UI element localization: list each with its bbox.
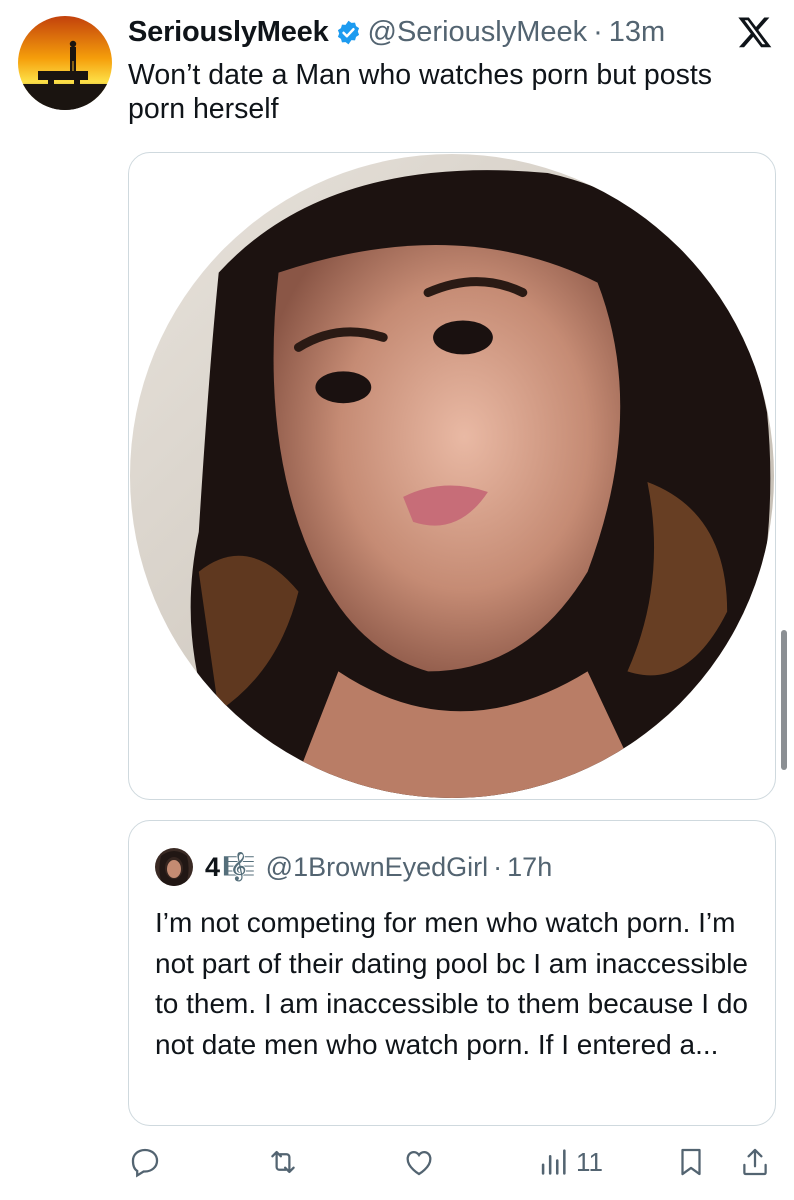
bookmark-button[interactable] <box>674 1140 708 1184</box>
author-display-name[interactable]: SeriouslyMeek <box>128 16 329 49</box>
header-separator: · <box>593 15 603 48</box>
quoted-tweet-text: I’m not competing for men who watch porn… <box>155 907 749 1060</box>
music-notes-icon: 🎼 <box>222 852 256 882</box>
profile-photo-image <box>129 153 775 799</box>
share-button[interactable] <box>738 1140 772 1184</box>
reply-button[interactable] <box>128 1140 162 1184</box>
like-icon <box>406 1150 432 1176</box>
tweet-action-bar: 11 <box>128 1140 776 1184</box>
tweet-time[interactable]: 13m <box>609 16 665 49</box>
author-handle[interactable]: @SeriouslyMeek <box>368 16 588 49</box>
author-avatar[interactable] <box>18 16 112 110</box>
quoted-avatar-image <box>155 848 193 886</box>
quoted-separator: · <box>493 851 503 882</box>
quoted-tweet[interactable]: 4 🎼 @1BrownEyedGirl · 17h I’m not compet… <box>128 820 776 1126</box>
sunset-silhouette-image <box>18 16 112 110</box>
tweet-header: SeriouslyMeek @SeriouslyMeek · 13m <box>128 10 774 54</box>
quoted-tweet-header: 4 🎼 @1BrownEyedGirl · 17h <box>155 847 552 887</box>
quoted-time[interactable]: 17h <box>507 852 552 883</box>
like-button[interactable] <box>402 1140 436 1184</box>
retweet-button[interactable] <box>266 1140 300 1184</box>
bookmark-icon <box>681 1148 701 1176</box>
reply-icon <box>131 1148 159 1178</box>
scrollbar[interactable] <box>781 630 787 770</box>
quoted-author-avatar[interactable] <box>155 848 193 886</box>
tweet-text: Won’t date a Man who watches porn but po… <box>128 59 713 125</box>
share-icon <box>743 1148 767 1176</box>
retweet-icon <box>271 1150 295 1174</box>
tweet-media[interactable] <box>128 152 776 800</box>
verified-badge-icon <box>337 20 359 44</box>
views-count: 11 <box>576 1146 603 1177</box>
quoted-handle[interactable]: @1BrownEyedGirl <box>266 852 489 883</box>
x-logo-icon <box>738 17 772 48</box>
views-button[interactable]: 11 <box>536 1140 603 1184</box>
views-icon <box>541 1149 566 1175</box>
quoted-display-name[interactable]: 4 <box>205 852 220 883</box>
